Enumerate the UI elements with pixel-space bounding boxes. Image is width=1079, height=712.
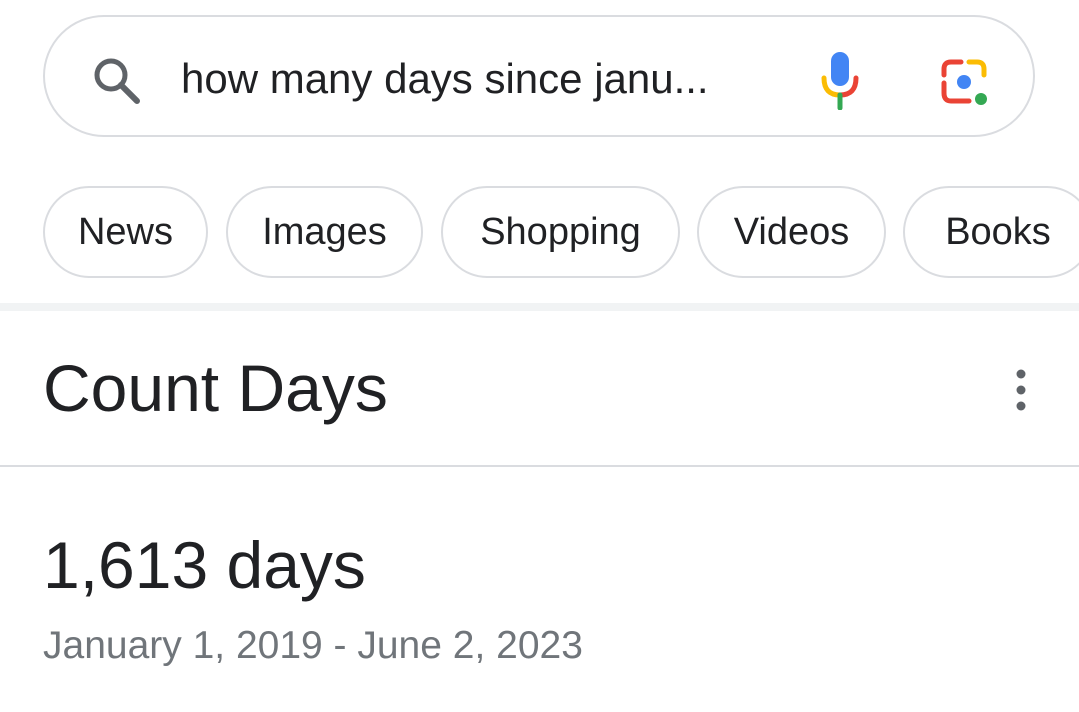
filter-chip-images[interactable]: Images [226,186,423,278]
search-bar[interactable]: how many days since janu... [43,15,1035,137]
search-input[interactable]: how many days since janu... [181,51,709,107]
search-icon[interactable] [91,55,141,105]
filter-chip-videos[interactable]: Videos [697,186,886,278]
days-count-result: 1,613 days [43,528,366,602]
google-lens-icon[interactable] [939,57,991,107]
more-vertical-icon[interactable] [1004,366,1038,414]
search-filter-chips: News Images Shopping Videos Books [0,186,1079,278]
card-title: Count Days [43,351,388,425]
filter-chip-news[interactable]: News [43,186,208,278]
date-range: January 1, 2019 - June 2, 2023 [43,624,583,667]
section-divider [0,303,1079,311]
card-divider [0,465,1079,467]
microphone-icon[interactable] [819,50,861,110]
filter-chip-shopping[interactable]: Shopping [441,186,680,278]
filter-chip-books[interactable]: Books [903,186,1079,278]
